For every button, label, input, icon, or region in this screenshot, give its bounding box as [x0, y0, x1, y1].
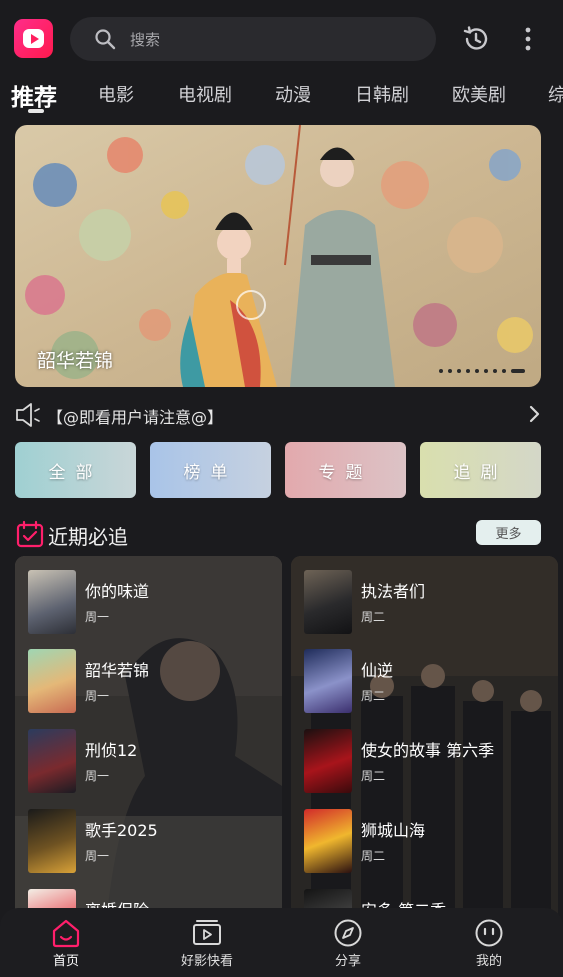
poster-thumbnail: [28, 729, 76, 793]
list-item[interactable]: 刑侦12 周一: [28, 729, 278, 795]
list-item[interactable]: 狮城山海 周二: [304, 809, 554, 875]
top-bar: 搜索: [0, 0, 563, 78]
active-tab-indicator: [28, 109, 44, 113]
featured-banner[interactable]: 韶华若锦: [15, 125, 541, 387]
bottom-navigation: 首页 好影快看 分享 我的: [0, 908, 563, 977]
pagination-dot: [493, 369, 497, 373]
nav-quick-watch-label: 好影快看: [180, 954, 233, 969]
pagination-dot-active: [511, 369, 525, 373]
search-placeholder: 搜索: [130, 31, 161, 49]
search-icon: [95, 29, 116, 50]
air-day: 周一: [85, 769, 110, 783]
air-day: 周二: [361, 849, 386, 863]
list-item[interactable]: 歌手2025 周一: [28, 809, 278, 875]
poster-thumbnail: [28, 809, 76, 873]
tab-western-drama[interactable]: 欧美剧: [452, 81, 506, 107]
pagination-dot: [457, 369, 461, 373]
notice-text: 【@即看用户请注意@】: [47, 408, 224, 427]
poster-thumbnail: [304, 570, 352, 634]
speaker-icon: [16, 403, 40, 427]
tab-recommend[interactable]: 推荐: [11, 78, 57, 112]
notice-bar[interactable]: 【@即看用户请注意@】: [15, 400, 545, 430]
nav-profile[interactable]: 我的: [429, 908, 549, 977]
show-title: 你的味道: [85, 582, 150, 601]
air-day: 周二: [361, 769, 386, 783]
show-title: 歌手2025: [85, 821, 158, 840]
section-title: 近期必追: [48, 525, 128, 549]
more-menu-icon[interactable]: [520, 26, 536, 52]
list-item[interactable]: 韶华若锦 周一: [28, 649, 278, 715]
air-day: 周二: [361, 689, 386, 703]
pagination-dot: [484, 369, 488, 373]
history-icon[interactable]: [462, 25, 490, 53]
list-item[interactable]: 使女的故事 第六季 周二: [304, 729, 554, 795]
air-day: 周一: [85, 610, 110, 624]
pagination-dot: [466, 369, 470, 373]
show-title: 仙逆: [361, 661, 394, 680]
rankings-button[interactable]: 榜单: [150, 442, 271, 498]
category-tabs: 推荐 电影 电视剧 动漫 日韩剧 欧美剧 综: [0, 78, 563, 118]
poster-thumbnail: [304, 649, 352, 713]
show-title: 狮城山海: [361, 821, 426, 840]
poster-thumbnail: [304, 809, 352, 873]
poster-thumbnail: [304, 729, 352, 793]
pagination-dot: [475, 369, 479, 373]
nav-home[interactable]: 首页: [6, 908, 126, 977]
tab-movies[interactable]: 电影: [98, 81, 134, 107]
list-item[interactable]: 你的味道 周一: [28, 570, 278, 636]
pagination-dot: [448, 369, 452, 373]
poster-thumbnail: [28, 649, 76, 713]
banner-caption: 韶华若锦: [37, 350, 114, 372]
schedule-card-tuesday: 执法者们 周二 仙逆 周二 使女的故事 第六季 周二 狮城山海 周二 安多 第二…: [291, 556, 558, 936]
face-icon: [475, 919, 503, 947]
search-bar[interactable]: 搜索: [70, 17, 436, 61]
app-logo-icon[interactable]: [14, 19, 53, 58]
show-title: 韶华若锦: [85, 661, 150, 680]
following-button[interactable]: 追剧: [420, 442, 541, 498]
list-item[interactable]: 执法者们 周二: [304, 570, 554, 636]
nav-home-label: 首页: [52, 954, 79, 969]
nav-share-label: 分享: [334, 954, 361, 969]
poster-thumbnail: [28, 570, 76, 634]
nav-quick-watch[interactable]: 好影快看: [147, 908, 267, 977]
home-icon: [52, 919, 80, 948]
nav-profile-label: 我的: [475, 954, 502, 969]
topics-button[interactable]: 专题: [285, 442, 406, 498]
schedule-card-monday: 你的味道 周一 韶华若锦 周一 刑侦12 周一 歌手2025 周一 离婚保险 周…: [15, 556, 282, 936]
tab-variety[interactable]: 综: [548, 81, 563, 107]
air-day: 周一: [85, 689, 110, 703]
pagination-dot: [502, 369, 506, 373]
calendar-icon: [16, 520, 44, 548]
air-day: 周二: [361, 610, 386, 624]
section-header: 近期必追 更多: [15, 518, 541, 550]
all-button[interactable]: 全部: [15, 442, 136, 498]
tab-asian-drama[interactable]: 日韩剧: [355, 81, 409, 107]
show-title: 执法者们: [361, 582, 426, 601]
video-icon: [193, 920, 221, 945]
chevron-right-icon[interactable]: [529, 405, 541, 423]
pagination-dot: [439, 369, 443, 373]
tab-anime[interactable]: 动漫: [275, 81, 311, 107]
show-title: 刑侦12: [85, 741, 138, 760]
list-item[interactable]: 仙逆 周二: [304, 649, 554, 715]
tab-tv-series[interactable]: 电视剧: [178, 81, 232, 107]
nav-share[interactable]: 分享: [288, 908, 408, 977]
more-button[interactable]: 更多: [476, 520, 541, 545]
air-day: 周一: [85, 849, 110, 863]
banner-pagination: [439, 369, 525, 373]
show-title: 使女的故事 第六季: [361, 741, 495, 760]
compass-icon: [334, 919, 362, 947]
